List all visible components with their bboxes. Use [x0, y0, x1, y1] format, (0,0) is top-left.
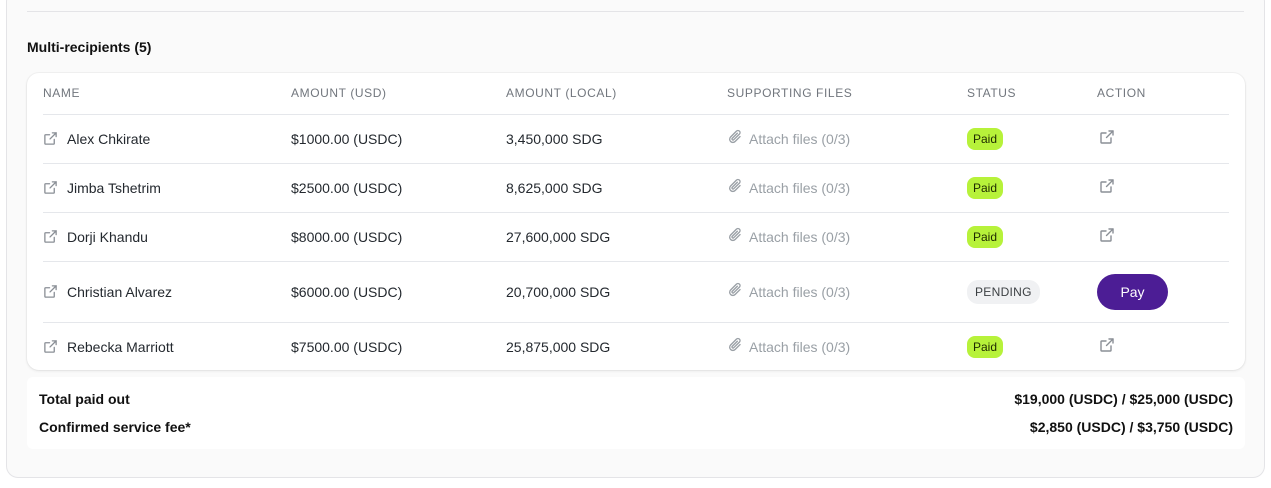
table-row: Jimba Tshetrim $2500.00 (USDC) 8,625,000… [43, 163, 1229, 213]
col-header-supporting-files: SUPPORTING FILES [727, 73, 967, 115]
col-header-amount-local: AMOUNT (LOCAL) [506, 73, 727, 115]
amount-local: 25,875,000 SDG [506, 338, 611, 355]
service-fee-value: $2,850 (USDC) / $3,750 (USDC) [1029, 419, 1233, 435]
recipients-table: NAME AMOUNT (USD) AMOUNT (LOCAL) SUPPORT… [43, 73, 1229, 371]
table-header-row: NAME AMOUNT (USD) AMOUNT (LOCAL) SUPPORT… [43, 73, 1229, 115]
attach-files-label: Attach files (0/3) [749, 338, 851, 355]
external-link-icon[interactable] [43, 339, 58, 354]
total-paid-row: Total paid out $19,000 (USDC) / $25,000 … [39, 391, 1233, 407]
external-link-icon[interactable] [1099, 227, 1115, 243]
attach-files-label: Attach files (0/3) [749, 130, 851, 147]
col-header-name: NAME [43, 73, 291, 115]
table-row: Alex Chkirate $1000.00 (USDC) 3,450,000 … [43, 114, 1229, 164]
attach-files-button[interactable]: Attach files (0/3) [727, 226, 967, 247]
attach-files-button[interactable]: Attach files (0/3) [727, 281, 967, 302]
status-badge: Paid [967, 127, 1004, 150]
total-paid-value: $19,000 (USDC) / $25,000 (USDC) [1014, 391, 1233, 407]
service-fee-row: Confirmed service fee* $2,850 (USDC) / $… [39, 419, 1233, 435]
external-link-icon[interactable] [1099, 337, 1115, 353]
status-badge: PENDING [967, 279, 1040, 304]
recipient-name: Christian Alvarez [67, 283, 173, 300]
amount-usd: $2500.00 (USDC) [291, 163, 506, 213]
status-badge: Paid [967, 176, 1004, 199]
paperclip-icon [727, 281, 745, 302]
col-header-amount-usd: AMOUNT (USD) [291, 73, 506, 115]
amount-local: 8,625,000 SDG [506, 163, 727, 213]
recipient-name: Jimba Tshetrim [67, 179, 161, 196]
service-fee-label: Confirmed service fee* [39, 419, 191, 435]
recipient-name: Alex Chkirate [67, 130, 151, 147]
amount-usd: $8000.00 (USDC) [291, 212, 506, 262]
attach-files-button[interactable]: Attach files (0/3) [727, 177, 967, 198]
recipients-panel: Multi-recipients (5) NAME AMOUNT (USD) A… [6, 0, 1265, 478]
external-link-icon[interactable] [1099, 129, 1115, 145]
amount-usd: $1000.00 (USDC) [291, 114, 506, 164]
amount-usd: $7500.00 (USDC) [291, 338, 403, 355]
paperclip-icon [727, 177, 745, 198]
section-title: Multi-recipients (5) [27, 39, 152, 55]
divider [27, 11, 1244, 12]
attach-files-label: Attach files (0/3) [749, 228, 851, 245]
col-header-status: STATUS [967, 73, 1097, 115]
status-badge: Paid [967, 335, 1004, 358]
total-paid-label: Total paid out [39, 391, 130, 407]
attach-files-button[interactable]: Attach files (0/3) [727, 128, 967, 149]
external-link-icon[interactable] [1099, 178, 1115, 194]
recipient-name: Rebecka Marriott [67, 338, 174, 355]
external-link-icon[interactable] [43, 229, 58, 244]
attach-files-label: Attach files (0/3) [749, 283, 851, 300]
attach-files-label: Attach files (0/3) [749, 179, 851, 196]
external-link-icon[interactable] [43, 180, 58, 195]
pay-button[interactable]: Pay [1097, 273, 1168, 310]
recipients-table-card: NAME AMOUNT (USD) AMOUNT (LOCAL) SUPPORT… [27, 73, 1245, 370]
table-row: Christian Alvarez $6000.00 (USDC) 20,700… [43, 261, 1229, 323]
totals-summary: Total paid out $19,000 (USDC) / $25,000 … [27, 377, 1245, 449]
amount-usd: $6000.00 (USDC) [291, 261, 506, 323]
attach-files-button[interactable]: Attach files (0/3) [727, 336, 967, 357]
amount-local: 27,600,000 SDG [506, 212, 727, 262]
amount-local: 3,450,000 SDG [506, 114, 727, 164]
paperclip-icon [727, 226, 745, 247]
col-header-action: ACTION [1097, 73, 1229, 115]
paperclip-icon [727, 336, 745, 357]
table-row: Rebecka Marriott $7500.00 (USDC) 25,875,… [43, 322, 1229, 371]
status-badge: Paid [967, 225, 1004, 248]
table-row: Dorji Khandu $8000.00 (USDC) 27,600,000 … [43, 212, 1229, 262]
recipient-name: Dorji Khandu [67, 228, 148, 245]
paperclip-icon [727, 128, 745, 149]
external-link-icon[interactable] [43, 131, 58, 146]
external-link-icon[interactable] [43, 284, 58, 299]
amount-local: 20,700,000 SDG [506, 261, 727, 323]
